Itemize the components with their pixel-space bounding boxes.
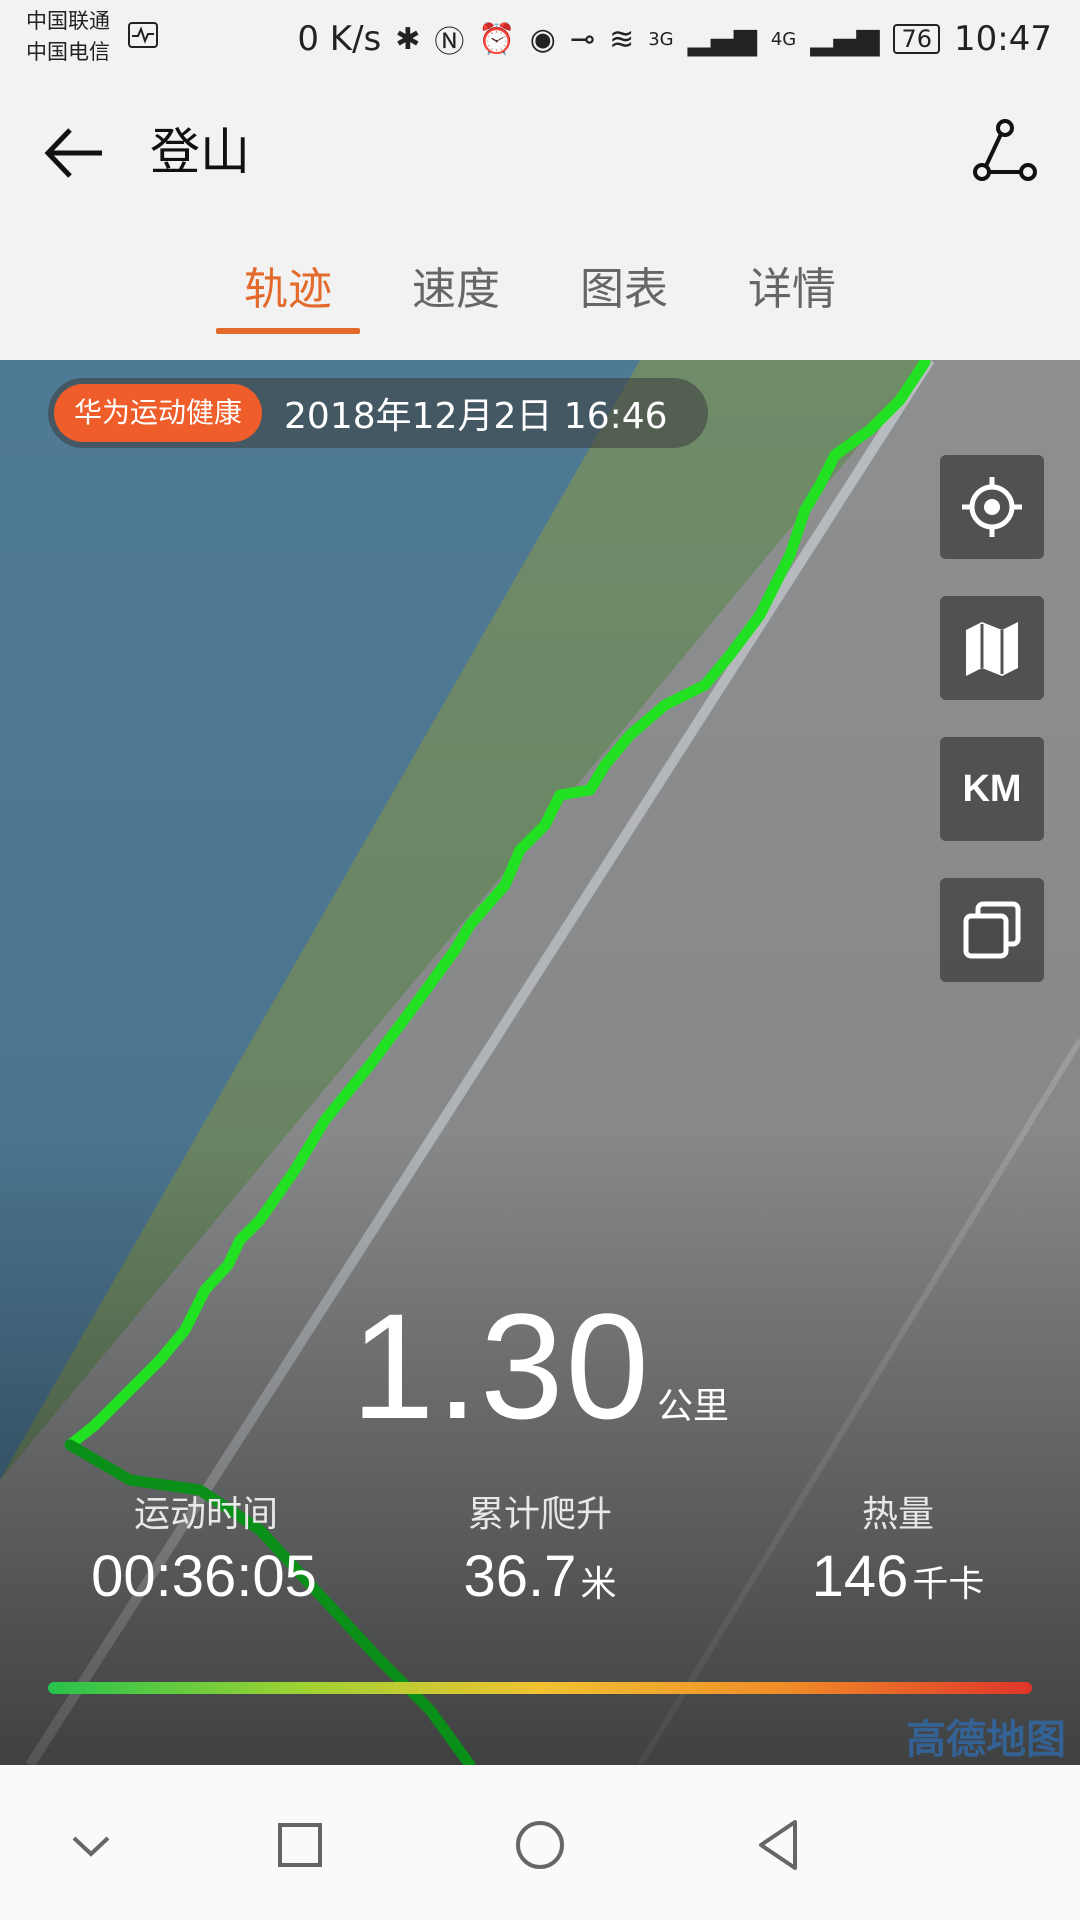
source-pill: 华为运动健康 2018年12月2日 16:46	[48, 378, 708, 448]
status-indicators: 0 K/s ✱ Ⓝ ⏰ ◉ ⊸ ≋ 3G ▂▄▆ 4G ▂▄▆ 76 10:47	[297, 14, 1052, 64]
net-speed: 0 K/s	[297, 19, 382, 59]
tab-active-indicator	[216, 328, 360, 334]
stat-value: 146	[811, 1544, 909, 1609]
alarm-icon: ⏰	[478, 21, 516, 57]
layers-icon	[963, 901, 1021, 959]
nav-square-icon	[278, 1823, 322, 1867]
carrier-1: 中国联通	[26, 9, 110, 33]
nav-home-button[interactable]	[505, 1810, 575, 1880]
layers-button[interactable]	[940, 878, 1044, 982]
carrier-info: 中国联通 中国电信	[26, 6, 110, 68]
stat-duration: 运动时间 00:36:05	[46, 1485, 366, 1610]
stat-unit: 千卡	[912, 1563, 985, 1604]
back-arrow-icon	[44, 128, 102, 178]
brand-badge: 华为运动健康	[54, 384, 263, 442]
tab-bar: 轨迹 速度 图表 详情	[0, 220, 1080, 360]
back-button[interactable]	[40, 118, 110, 188]
stat-label: 热量	[861, 1494, 934, 1535]
route-button[interactable]	[970, 116, 1040, 186]
net-3g-label: 3G	[648, 28, 674, 50]
page-title: 登山	[150, 123, 250, 181]
tab-charts[interactable]: 图表	[580, 260, 668, 320]
nav-circle-icon	[516, 1821, 564, 1869]
activity-icon	[128, 22, 158, 48]
workout-datetime: 2018年12月2日 16:46	[284, 396, 668, 437]
stat-value: 36.7	[463, 1544, 577, 1609]
app-bar: 登山	[0, 80, 1080, 220]
km-label: KM	[962, 767, 1022, 810]
nfc-icon: Ⓝ	[434, 25, 465, 60]
map-type-button[interactable]	[940, 596, 1044, 700]
eye-icon: ◉	[529, 21, 556, 57]
stat-value-row: 00:36:05	[46, 1543, 366, 1610]
map-provider-watermark: 高德地图	[906, 1717, 1066, 1763]
stat-unit: 米	[580, 1563, 617, 1604]
nav-back-button[interactable]	[745, 1810, 815, 1880]
bluetooth-icon: ✱	[395, 21, 421, 57]
net-4g-label: 4G	[770, 28, 797, 50]
status-bar: 中国联通 中国电信 0 K/s ✱ Ⓝ ⏰ ◉ ⊸ ≋ 3G ▂▄▆ 4G ▂▄…	[0, 0, 1080, 80]
key-icon: ⊸	[569, 21, 596, 57]
clock: 10:47	[954, 19, 1052, 59]
system-nav-bar	[0, 1765, 1080, 1920]
map-icon	[966, 622, 1018, 676]
carrier-2: 中国电信	[26, 40, 110, 64]
stat-calories: 热量 146 千卡	[738, 1485, 1058, 1610]
signal-4g-icon: ▂▄▆	[810, 21, 880, 57]
km-marker-button[interactable]: KM	[940, 737, 1044, 841]
nav-down-icon	[72, 1836, 110, 1857]
speed-legend-bar	[48, 1682, 1032, 1694]
nav-hide-button[interactable]	[56, 1810, 126, 1880]
stat-label: 累计爬升	[467, 1494, 612, 1535]
distance-unit: 公里	[656, 1386, 729, 1427]
stat-label: 运动时间	[133, 1494, 278, 1535]
nav-recents-button[interactable]	[265, 1810, 335, 1880]
stat-value-row: 36.7 米	[380, 1543, 700, 1610]
locate-button[interactable]	[940, 455, 1044, 559]
distance-readout: 1.30 公里	[0, 1280, 1080, 1453]
route-icon	[973, 119, 1037, 181]
battery-icon: 76	[893, 24, 941, 54]
tab-speed[interactable]: 速度	[412, 260, 500, 320]
tab-details[interactable]: 详情	[748, 260, 836, 320]
locate-icon	[962, 477, 1022, 537]
distance-value: 1.30	[351, 1282, 651, 1450]
wifi-icon: ≋	[609, 21, 635, 57]
signal-3g-icon: ▂▄▆	[687, 21, 757, 57]
tab-track[interactable]: 轨迹	[244, 260, 332, 320]
stat-ascent: 累计爬升 36.7 米	[380, 1485, 700, 1610]
stat-value: 00:36:05	[91, 1544, 317, 1609]
track-map[interactable]: 华为运动健康 2018年12月2日 16:46 KM 1.30公里 运动时间	[0, 360, 1080, 1765]
nav-back-icon	[759, 1820, 797, 1870]
stat-value-row: 146 千卡	[738, 1543, 1058, 1610]
